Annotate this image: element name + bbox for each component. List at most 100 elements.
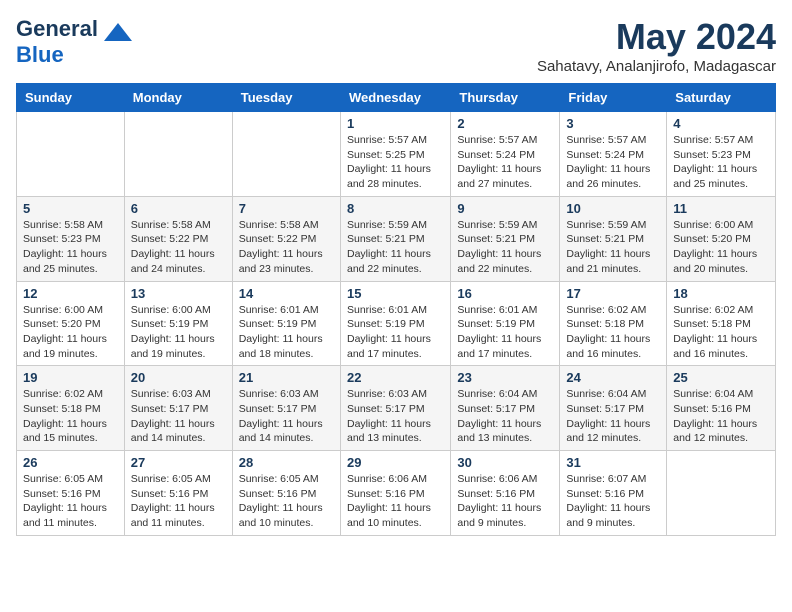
calendar-header: SundayMondayTuesdayWednesdayThursdayFrid… <box>17 84 776 112</box>
day-number: 2 <box>457 116 553 131</box>
calendar-cell: 19 Sunrise: 6:02 AM Sunset: 5:18 PM Dayli… <box>17 366 125 451</box>
calendar-cell: 12Sunrise: 6:00 AM Sunset: 5:20 PM Dayli… <box>17 281 125 366</box>
weekday-header-row: SundayMondayTuesdayWednesdayThursdayFrid… <box>17 84 776 112</box>
day-info: Sunrise: 6:00 AM Sunset: 5:20 PM Dayligh… <box>673 218 769 277</box>
day-info: Sunrise: 6:01 AM Sunset: 5:19 PM Dayligh… <box>347 303 444 362</box>
calendar-cell: 22 Sunrise: 6:03 AM Sunset: 5:17 PM Dayli… <box>340 366 450 451</box>
week-row-5: 26 Sunrise: 6:05 AM Sunset: 5:16 PM Dayli… <box>17 451 776 536</box>
calendar-cell: 5 Sunrise: 5:58 AM Sunset: 5:23 PM Daylig… <box>17 196 125 281</box>
day-info: Sunrise: 5:57 AM Sunset: 5:23 PM Dayligh… <box>673 133 769 192</box>
day-info: Sunrise: 6:07 AM Sunset: 5:16 PM Dayligh… <box>566 472 660 531</box>
day-info: Sunrise: 6:04 AM Sunset: 5:16 PM Dayligh… <box>673 387 769 446</box>
day-info: Sunrise: 6:02 AM Sunset: 5:18 PM Dayligh… <box>566 303 660 362</box>
day-number: 4 <box>673 116 769 131</box>
day-info: Sunrise: 6:06 AM Sunset: 5:16 PM Dayligh… <box>457 472 553 531</box>
calendar-cell: 23 Sunrise: 6:04 AM Sunset: 5:17 PM Dayli… <box>451 366 560 451</box>
calendar-cell: 16Sunrise: 6:01 AM Sunset: 5:19 PM Dayli… <box>451 281 560 366</box>
day-info: Sunrise: 6:05 AM Sunset: 5:16 PM Dayligh… <box>23 472 118 531</box>
day-info: Sunrise: 6:02 AM Sunset: 5:18 PM Dayligh… <box>673 303 769 362</box>
calendar-cell: 21Sunrise: 6:03 AM Sunset: 5:17 PM Dayli… <box>232 366 340 451</box>
day-info: Sunrise: 6:03 AM Sunset: 5:17 PM Dayligh… <box>131 387 226 446</box>
day-number: 1 <box>347 116 444 131</box>
calendar-cell: 17 Sunrise: 6:02 AM Sunset: 5:18 PM Dayli… <box>560 281 667 366</box>
calendar-cell: 15Sunrise: 6:01 AM Sunset: 5:19 PM Dayli… <box>340 281 450 366</box>
weekday-header-thursday: Thursday <box>451 84 560 112</box>
calendar-cell <box>17 112 125 197</box>
calendar-cell: 30 Sunrise: 6:06 AM Sunset: 5:16 PM Dayli… <box>451 451 560 536</box>
day-number: 19 <box>23 370 118 385</box>
day-number: 14 <box>239 286 334 301</box>
day-number: 10 <box>566 201 660 216</box>
day-number: 13 <box>131 286 226 301</box>
calendar-cell: 10 Sunrise: 5:59 AM Sunset: 5:21 PM Dayli… <box>560 196 667 281</box>
week-row-1: 1 Sunrise: 5:57 AM Sunset: 5:25 PM Daylig… <box>17 112 776 197</box>
logo-area: General Blue <box>16 16 132 68</box>
day-info: Sunrise: 6:04 AM Sunset: 5:17 PM Dayligh… <box>566 387 660 446</box>
calendar-cell: 4 Sunrise: 5:57 AM Sunset: 5:23 PM Daylig… <box>667 112 776 197</box>
day-info: Sunrise: 6:04 AM Sunset: 5:17 PM Dayligh… <box>457 387 553 446</box>
day-number: 26 <box>23 455 118 470</box>
day-info: Sunrise: 6:02 AM Sunset: 5:18 PM Dayligh… <box>23 387 118 446</box>
day-number: 27 <box>131 455 226 470</box>
day-info: Sunrise: 6:03 AM Sunset: 5:17 PM Dayligh… <box>347 387 444 446</box>
day-number: 21 <box>239 370 334 385</box>
day-info: Sunrise: 6:05 AM Sunset: 5:16 PM Dayligh… <box>239 472 334 531</box>
calendar-cell: 14 Sunrise: 6:01 AM Sunset: 5:19 PM Dayli… <box>232 281 340 366</box>
day-number: 16 <box>457 286 553 301</box>
logo-general: General <box>16 16 98 41</box>
weekday-header-friday: Friday <box>560 84 667 112</box>
day-number: 22 <box>347 370 444 385</box>
day-info: Sunrise: 5:59 AM Sunset: 5:21 PM Dayligh… <box>347 218 444 277</box>
calendar-cell: 2Sunrise: 5:57 AM Sunset: 5:24 PM Daylig… <box>451 112 560 197</box>
calendar-cell: 8Sunrise: 5:59 AM Sunset: 5:21 PM Daylig… <box>340 196 450 281</box>
weekday-header-sunday: Sunday <box>17 84 125 112</box>
calendar-cell: 9 Sunrise: 5:59 AM Sunset: 5:21 PM Daylig… <box>451 196 560 281</box>
title-area: May 2024 Sahatavy, Analanjirofo, Madagas… <box>537 16 776 75</box>
calendar-cell: 24 Sunrise: 6:04 AM Sunset: 5:17 PM Dayli… <box>560 366 667 451</box>
calendar-cell: 25 Sunrise: 6:04 AM Sunset: 5:16 PM Dayli… <box>667 366 776 451</box>
day-number: 12 <box>23 286 118 301</box>
calendar-cell: 11 Sunrise: 6:00 AM Sunset: 5:20 PM Dayli… <box>667 196 776 281</box>
weekday-header-saturday: Saturday <box>667 84 776 112</box>
weekday-header-wednesday: Wednesday <box>340 84 450 112</box>
day-number: 30 <box>457 455 553 470</box>
day-info: Sunrise: 6:00 AM Sunset: 5:19 PM Dayligh… <box>131 303 226 362</box>
calendar-table: SundayMondayTuesdayWednesdayThursdayFrid… <box>16 83 776 536</box>
calendar-cell: 18Sunrise: 6:02 AM Sunset: 5:18 PM Dayli… <box>667 281 776 366</box>
day-number: 9 <box>457 201 553 216</box>
calendar-cell: 26 Sunrise: 6:05 AM Sunset: 5:16 PM Dayli… <box>17 451 125 536</box>
day-number: 7 <box>239 201 334 216</box>
calendar-cell: 27 Sunrise: 6:05 AM Sunset: 5:16 PM Dayli… <box>124 451 232 536</box>
calendar-cell <box>232 112 340 197</box>
day-number: 24 <box>566 370 660 385</box>
calendar-body: 1 Sunrise: 5:57 AM Sunset: 5:25 PM Daylig… <box>17 112 776 536</box>
day-info: Sunrise: 5:58 AM Sunset: 5:22 PM Dayligh… <box>239 218 334 277</box>
day-info: Sunrise: 5:59 AM Sunset: 5:21 PM Dayligh… <box>566 218 660 277</box>
week-row-4: 19 Sunrise: 6:02 AM Sunset: 5:18 PM Dayli… <box>17 366 776 451</box>
month-title: May 2024 <box>537 16 776 58</box>
day-number: 6 <box>131 201 226 216</box>
day-number: 25 <box>673 370 769 385</box>
day-info: Sunrise: 5:59 AM Sunset: 5:21 PM Dayligh… <box>457 218 553 277</box>
day-number: 17 <box>566 286 660 301</box>
weekday-header-monday: Monday <box>124 84 232 112</box>
day-number: 11 <box>673 201 769 216</box>
calendar-cell: 20Sunrise: 6:03 AM Sunset: 5:17 PM Dayli… <box>124 366 232 451</box>
day-info: Sunrise: 5:57 AM Sunset: 5:25 PM Dayligh… <box>347 133 444 192</box>
day-number: 3 <box>566 116 660 131</box>
day-info: Sunrise: 6:05 AM Sunset: 5:16 PM Dayligh… <box>131 472 226 531</box>
calendar-cell: 1 Sunrise: 5:57 AM Sunset: 5:25 PM Daylig… <box>340 112 450 197</box>
day-info: Sunrise: 6:01 AM Sunset: 5:19 PM Dayligh… <box>239 303 334 362</box>
calendar-cell: 6Sunrise: 5:58 AM Sunset: 5:22 PM Daylig… <box>124 196 232 281</box>
day-info: Sunrise: 6:06 AM Sunset: 5:16 PM Dayligh… <box>347 472 444 531</box>
calendar-cell: 28Sunrise: 6:05 AM Sunset: 5:16 PM Dayli… <box>232 451 340 536</box>
day-number: 29 <box>347 455 444 470</box>
location-title: Sahatavy, Analanjirofo, Madagascar <box>537 58 776 75</box>
logo: General Blue <box>16 16 132 68</box>
day-number: 23 <box>457 370 553 385</box>
header: General Blue May 2024 Sahatavy, Analanji… <box>16 16 776 75</box>
day-number: 5 <box>23 201 118 216</box>
calendar-cell: 29 Sunrise: 6:06 AM Sunset: 5:16 PM Dayli… <box>340 451 450 536</box>
calendar-cell: 31Sunrise: 6:07 AM Sunset: 5:16 PM Dayli… <box>560 451 667 536</box>
day-info: Sunrise: 5:58 AM Sunset: 5:23 PM Dayligh… <box>23 218 118 277</box>
